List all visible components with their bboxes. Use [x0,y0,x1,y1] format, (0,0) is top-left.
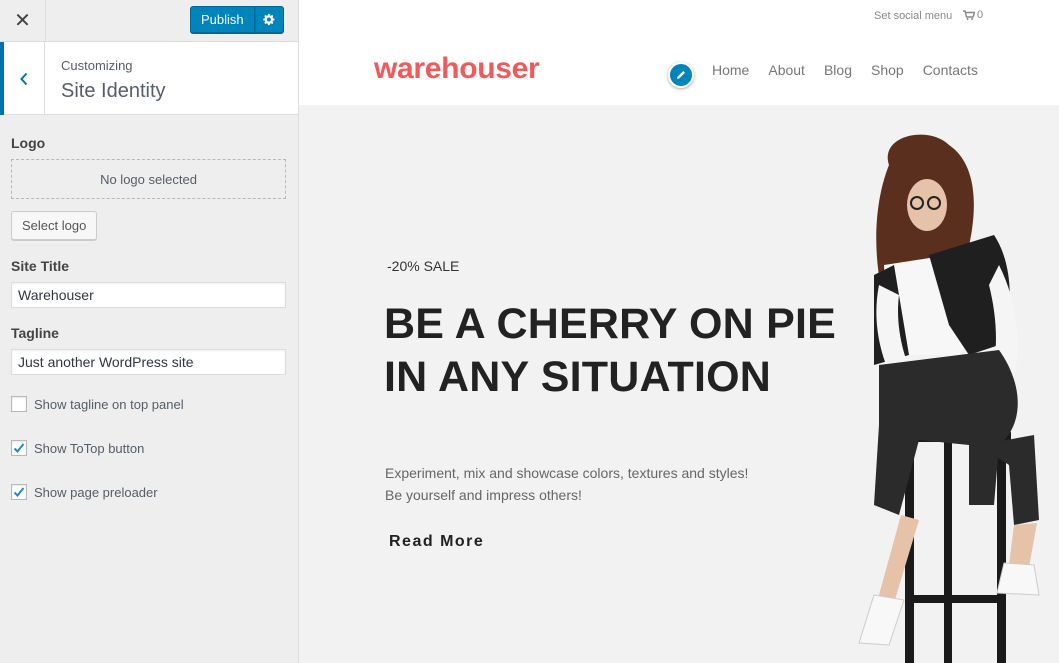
close-button[interactable]: ✕ [0,0,46,41]
site-identity-controls: Logo No logo selected Select logo Site T… [0,115,298,501]
hero-description-line-2: Be yourself and impress others! [385,487,582,503]
show-tagline-checkbox-row[interactable]: Show tagline on top panel [11,395,286,413]
cart-icon [963,10,975,20]
show-preloader-checkbox-row[interactable]: Show page preloader [11,483,286,501]
read-more-button[interactable]: Read More [389,533,484,551]
show-totop-checkbox-row[interactable]: Show ToTop button [11,439,286,457]
nav-item-shop[interactable]: Shop [871,62,904,78]
social-menu-link[interactable]: Set social menu [874,10,952,22]
checkmark-icon [13,487,25,497]
customizing-label: Customizing [61,58,133,73]
hero-model-image [858,134,1040,663]
logo-label: Logo [11,135,46,151]
site-preview: Set social menu 0 warehouser Home About … [299,0,1059,663]
section-header: Customizing Site Identity [0,42,298,115]
show-tagline-label: Show tagline on top panel [34,396,184,412]
no-logo-text: No logo selected [100,171,197,187]
publish-button[interactable]: Publish [190,6,255,33]
nav-item-about[interactable]: About [768,62,805,78]
hero-headline-line-2: IN ANY SITUATION [384,353,772,401]
publish-group: Publish [190,6,284,33]
show-preloader-label: Show page preloader [34,484,158,500]
hero-headline: BE A CHERRY ON PIE IN ANY SITUATION [384,298,836,404]
site-title-value: Warehouser [18,287,94,303]
tagline-input[interactable]: Just another WordPress site [11,349,286,375]
publish-settings-button[interactable] [254,6,284,33]
show-tagline-checkbox[interactable] [11,396,27,412]
tagline-value: Just another WordPress site [18,354,194,370]
customizer-sidebar: ✕ Publish Customizing Site Identity Logo… [0,0,299,663]
hero-description: Experiment, mix and showcase colors, tex… [385,462,748,506]
site-logo[interactable]: warehouser [374,52,540,86]
hero-slider: -20% SALE BE A CHERRY ON PIE IN ANY SITU… [299,105,1059,663]
tagline-label: Tagline [11,325,59,341]
close-icon: ✕ [14,10,31,32]
cart-count: 0 [977,9,984,21]
section-title: Site Identity [61,80,166,102]
cart-link[interactable]: 0 [963,9,983,21]
nav-item-home[interactable]: Home [712,62,749,78]
logo-placeholder[interactable]: No logo selected [11,159,286,199]
edit-shortcut-button[interactable] [668,62,694,88]
hero-sale-label: -20% SALE [387,258,460,274]
chevron-left-icon [20,72,28,85]
select-logo-button[interactable]: Select logo [11,211,98,240]
nav-item-blog[interactable]: Blog [824,62,852,78]
hero-description-line-1: Experiment, mix and showcase colors, tex… [385,465,749,481]
customizer-header: ✕ Publish [0,0,298,42]
site-title-input[interactable]: Warehouser [11,282,286,308]
main-nav: Home About Blog Shop Contacts [712,62,978,78]
checkmark-icon [13,443,25,453]
show-preloader-checkbox[interactable] [11,484,27,500]
pencil-icon [677,71,685,79]
show-totop-label: Show ToTop button [34,440,145,456]
hero-headline-line-1: BE A CHERRY ON PIE [384,300,836,348]
gear-icon [262,13,275,26]
top-bar: Set social menu 0 [299,0,1059,34]
site-title-label: Site Title [11,258,70,274]
nav-item-contacts[interactable]: Contacts [923,62,978,78]
back-button[interactable] [0,42,45,115]
show-totop-checkbox[interactable] [11,440,27,456]
